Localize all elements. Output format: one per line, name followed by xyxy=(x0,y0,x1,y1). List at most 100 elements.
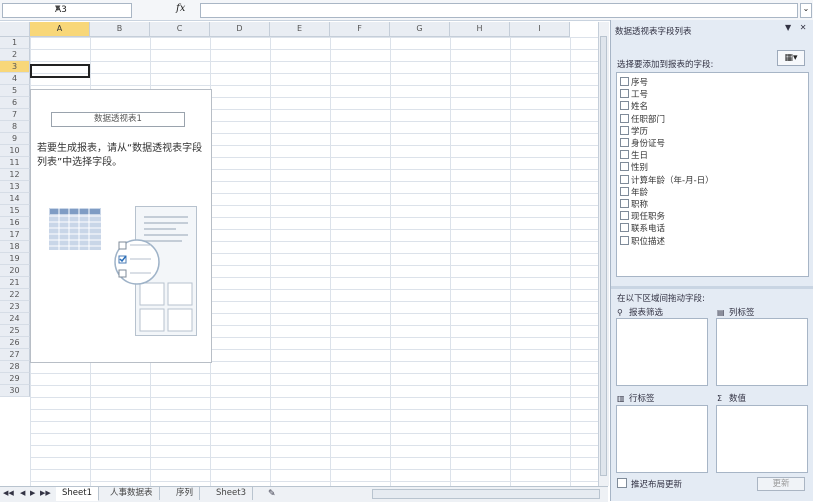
row-header[interactable]: 29 xyxy=(0,373,30,385)
row-header[interactable]: 10 xyxy=(0,145,30,157)
row-header[interactable]: 22 xyxy=(0,289,30,301)
row-header[interactable]: 30 xyxy=(0,385,30,397)
close-icon[interactable]: ✕ xyxy=(800,23,807,32)
row-header[interactable]: 3 xyxy=(0,61,30,73)
pane-splitter[interactable] xyxy=(611,286,813,289)
field-checkbox[interactable] xyxy=(620,125,629,135)
sheet-tab-sheet1[interactable]: Sheet1 xyxy=(56,487,99,501)
row-header[interactable]: 24 xyxy=(0,313,30,325)
row-header[interactable]: 8 xyxy=(0,121,30,133)
sheet-tab-sequence[interactable]: 序列 xyxy=(170,487,201,500)
magnifier-checklist-icon xyxy=(114,239,160,285)
row-header[interactable]: 21 xyxy=(0,277,30,289)
row-header[interactable]: 5 xyxy=(0,85,30,97)
row-header[interactable]: 26 xyxy=(0,337,30,349)
row-header[interactable]: 15 xyxy=(0,205,30,217)
field-item[interactable]: 职位描述 xyxy=(620,235,665,247)
sheet-tab-hr-data[interactable]: 人事数据表 xyxy=(104,487,160,500)
row-header[interactable]: 11 xyxy=(0,157,30,169)
active-cell[interactable] xyxy=(30,64,90,78)
column-header[interactable]: G xyxy=(390,22,450,37)
field-checkbox[interactable] xyxy=(620,138,629,147)
row-header[interactable]: 17 xyxy=(0,229,30,241)
values-zone[interactable] xyxy=(716,405,808,473)
select-all-corner[interactable] xyxy=(0,22,30,37)
first-sheet-icon[interactable]: ◀◀ xyxy=(3,489,14,497)
field-item[interactable]: 任职部门 xyxy=(620,113,665,125)
update-button[interactable]: 更新 xyxy=(757,477,805,491)
row-header[interactable]: 19 xyxy=(0,253,30,265)
name-box[interactable]: A3 ▼ xyxy=(2,3,132,18)
horizontal-scrollbar[interactable] xyxy=(372,489,600,499)
sheet-tab-sheet3[interactable]: Sheet3 xyxy=(210,487,253,500)
prev-sheet-icon[interactable]: ◀ xyxy=(20,489,25,497)
row-header[interactable]: 14 xyxy=(0,193,30,205)
field-checkbox[interactable] xyxy=(620,162,629,172)
field-item[interactable]: 学历 xyxy=(620,125,648,137)
field-checkbox[interactable] xyxy=(620,150,629,160)
row-header[interactable]: 13 xyxy=(0,181,30,193)
row-header[interactable]: 16 xyxy=(0,217,30,229)
field-checkbox[interactable] xyxy=(620,101,629,111)
column-header[interactable]: H xyxy=(450,22,510,37)
column-header[interactable]: D xyxy=(210,22,270,37)
defer-checkbox[interactable] xyxy=(617,478,627,488)
next-sheet-icon[interactable]: ▶ xyxy=(30,489,35,497)
field-checkbox[interactable] xyxy=(620,174,629,184)
formula-input[interactable] xyxy=(200,3,798,18)
field-checkbox[interactable] xyxy=(620,186,629,196)
column-header[interactable]: B xyxy=(90,22,150,37)
column-header[interactable]: A xyxy=(30,22,90,37)
chevron-down-icon[interactable]: ▼ xyxy=(55,4,128,12)
row-header[interactable]: 25 xyxy=(0,325,30,337)
vertical-scrollbar[interactable] xyxy=(598,22,609,486)
row-header[interactable]: 1 xyxy=(0,37,30,49)
insert-sheet-icon[interactable]: ✎ xyxy=(268,489,276,499)
field-checkbox[interactable] xyxy=(620,113,629,123)
row-header[interactable]: 27 xyxy=(0,349,30,361)
field-item[interactable]: 序号 xyxy=(620,76,648,88)
column-labels-zone[interactable] xyxy=(716,318,808,386)
column-header[interactable]: E xyxy=(270,22,330,37)
row-header[interactable]: 2 xyxy=(0,49,30,61)
field-item[interactable]: 工号 xyxy=(620,88,648,100)
field-checkbox[interactable] xyxy=(620,77,629,86)
field-item[interactable]: 联系电话 xyxy=(620,222,665,234)
report-filter-label: ⚲ 报表筛选 xyxy=(617,306,663,318)
field-item[interactable]: 现任职务 xyxy=(620,210,665,222)
field-checkbox[interactable] xyxy=(620,223,629,233)
row-header[interactable]: 23 xyxy=(0,301,30,313)
column-header[interactable]: I xyxy=(510,22,570,37)
field-item[interactable]: 职称 xyxy=(620,198,648,210)
column-header[interactable]: F xyxy=(330,22,390,37)
field-item[interactable]: 姓名 xyxy=(620,100,648,112)
column-header[interactable]: C xyxy=(150,22,210,37)
field-checkbox[interactable] xyxy=(620,211,629,221)
field-checkbox[interactable] xyxy=(620,235,629,245)
field-item[interactable]: 计算年龄（年-月-日） xyxy=(620,174,714,186)
row-header[interactable]: 6 xyxy=(0,97,30,109)
field-item[interactable]: 生日 xyxy=(620,149,648,161)
last-sheet-icon[interactable]: ▶▶ xyxy=(40,489,51,497)
fx-icon[interactable]: fx xyxy=(176,3,196,17)
row-header[interactable]: 4 xyxy=(0,73,30,85)
field-checkbox[interactable] xyxy=(620,89,629,99)
row-header[interactable]: 7 xyxy=(0,109,30,121)
defer-update-option[interactable]: 推迟布局更新 xyxy=(617,478,682,490)
layout-options-button[interactable]: ▦▾ xyxy=(777,50,805,66)
pane-menu-icon[interactable]: ▼ xyxy=(785,23,791,32)
row-header[interactable]: 20 xyxy=(0,265,30,277)
field-item[interactable]: 年龄 xyxy=(620,186,648,198)
expand-formula-icon[interactable]: ⌄ xyxy=(800,3,812,18)
pivot-table-placeholder[interactable]: 数据透视表1 若要生成报表，请从“数据透视表字段列表”中选择字段。 xyxy=(30,89,212,363)
field-item[interactable]: 身份证号 xyxy=(620,137,665,149)
scroll-thumb[interactable] xyxy=(600,36,607,476)
report-filter-zone[interactable] xyxy=(616,318,708,386)
row-labels-zone[interactable] xyxy=(616,405,708,473)
row-header[interactable]: 9 xyxy=(0,133,30,145)
field-item[interactable]: 性别 xyxy=(620,161,648,173)
row-header[interactable]: 18 xyxy=(0,241,30,253)
row-header[interactable]: 12 xyxy=(0,169,30,181)
row-header[interactable]: 28 xyxy=(0,361,30,373)
field-checkbox[interactable] xyxy=(620,199,629,208)
